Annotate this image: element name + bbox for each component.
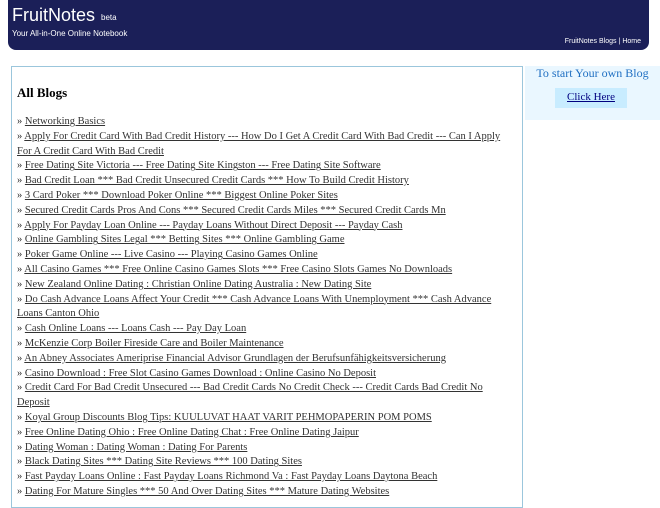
blog-list: » Networking Basics» Apply For Credit Ca… (17, 115, 517, 500)
list-item: » An Abney Associates Ameriprise Financi… (17, 352, 517, 367)
bullet: » (17, 278, 23, 290)
list-item: » Apply For Credit Card With Bad Credit … (17, 130, 517, 160)
site-header: FruitNotes beta Your All-in-One Online No… (8, 0, 649, 50)
list-item: » Casino Download : Free Slot Casino Gam… (17, 367, 517, 382)
list-item: » All Casino Games *** Free Online Casin… (17, 263, 517, 278)
bullet: » (17, 263, 23, 275)
blog-link[interactable]: Cash Online Loans --- Loans Cash --- Pay… (25, 323, 246, 334)
bullet: » (17, 411, 23, 423)
list-item: » McKenzie Corp Boiler Fireside Care and… (17, 337, 517, 352)
blog-link[interactable]: An Abney Associates Ameriprise Financial… (24, 353, 446, 364)
list-item: » Networking Basics (17, 115, 517, 130)
bullet: » (17, 204, 23, 216)
blog-link[interactable]: Koyal Group Discounts Blog Tips: KUULUVA… (25, 412, 432, 423)
blog-link[interactable]: Fast Payday Loans Online : Fast Payday L… (25, 471, 437, 482)
list-item: » New Zealand Online Dating : Christian … (17, 278, 517, 293)
bullet: » (17, 249, 23, 261)
bullet: » (17, 426, 23, 438)
blog-link[interactable]: 3 Card Poker *** Download Poker Online *… (25, 190, 338, 201)
bullet: » (17, 189, 23, 201)
list-item: » Bad Credit Loan *** Bad Credit Unsecur… (17, 174, 517, 189)
brand-logo[interactable]: FruitNotes beta (12, 5, 117, 28)
click-here-button[interactable]: Click Here (555, 88, 627, 108)
bullet: » (17, 337, 23, 349)
list-item: » Koyal Group Discounts Blog Tips: KUULU… (17, 411, 517, 426)
blog-link[interactable]: Bad Credit Loan *** Bad Credit Unsecured… (25, 175, 409, 186)
list-item: » Free Online Dating Ohio : Free Online … (17, 426, 517, 441)
bullet: » (17, 456, 23, 468)
blog-link[interactable]: Black Dating Sites *** Dating Site Revie… (25, 456, 302, 467)
blogs-panel: All Blogs » Networking Basics» Apply For… (11, 66, 523, 508)
tagline: Your All-in-One Online Notebook (12, 29, 128, 38)
blog-link[interactable]: Secured Credit Cards Pros And Cons *** S… (25, 205, 446, 216)
bullet: » (17, 160, 23, 172)
blog-link[interactable]: Online Gambling Sites Legal *** Betting … (25, 234, 345, 245)
blog-link[interactable]: Apply For Credit Card With Bad Credit Hi… (17, 131, 500, 157)
list-item: » Dating Woman : Dating Woman : Dating F… (17, 441, 517, 456)
bullet: » (17, 367, 23, 379)
blog-link[interactable]: Dating Woman : Dating Woman : Dating For… (25, 442, 247, 453)
list-item: » Credit Card For Bad Credit Unsecured -… (17, 381, 517, 411)
blog-link[interactable]: Poker Game Online --- Live Casino --- Pl… (25, 249, 318, 260)
bullet: » (17, 116, 23, 127)
list-item: » Fast Payday Loans Online : Fast Payday… (17, 470, 517, 485)
start-blog-panel: To start Your own Blog Click Here (525, 66, 660, 120)
blog-link[interactable]: Free Dating Site Victoria --- Free Datin… (25, 160, 381, 171)
top-nav: FruitNotes Blogs | Home (565, 38, 641, 45)
beta-badge: beta (101, 13, 117, 22)
blog-link[interactable]: Apply For Payday Loan Online --- Payday … (24, 220, 402, 231)
list-item: » Dating For Mature Singles *** 50 And O… (17, 485, 517, 500)
blog-link[interactable]: Dating For Mature Singles *** 50 And Ove… (25, 486, 389, 497)
bullet: » (17, 219, 23, 231)
blog-link[interactable]: Do Cash Advance Loans Affect Your Credit… (17, 294, 491, 320)
blog-link[interactable]: Free Online Dating Ohio : Free Online Da… (25, 427, 359, 438)
list-item: » 3 Card Poker *** Download Poker Online… (17, 189, 517, 204)
bullet: » (17, 175, 23, 187)
bullet: » (17, 234, 23, 246)
bullet: » (17, 293, 23, 305)
list-item: » Poker Game Online --- Live Casino --- … (17, 248, 517, 263)
bullet: » (17, 323, 23, 335)
list-item: » Secured Credit Cards Pros And Cons ***… (17, 204, 517, 219)
blog-link[interactable]: New Zealand Online Dating : Christian On… (25, 279, 371, 290)
brand-name[interactable]: FruitNotes (12, 5, 95, 25)
blog-link[interactable]: Casino Download : Free Slot Casino Games… (25, 368, 376, 379)
bullet: » (17, 441, 23, 453)
list-item: » Free Dating Site Victoria --- Free Dat… (17, 159, 517, 174)
list-item: » Do Cash Advance Loans Affect Your Cred… (17, 293, 517, 323)
start-blog-title: To start Your own Blog (536, 66, 649, 80)
nav-link-home[interactable]: Home (622, 38, 641, 45)
bullet: » (17, 352, 23, 364)
list-item: » Cash Online Loans --- Loans Cash --- P… (17, 322, 517, 337)
list-item: » Online Gambling Sites Legal *** Bettin… (17, 233, 517, 248)
bullet: » (17, 485, 23, 497)
blog-link[interactable]: McKenzie Corp Boiler Fireside Care and B… (25, 338, 284, 349)
bullet: » (17, 130, 23, 142)
nav-separator: | (618, 38, 621, 45)
list-item: » Black Dating Sites *** Dating Site Rev… (17, 455, 517, 470)
list-item: » Apply For Payday Loan Online --- Payda… (17, 219, 517, 234)
blog-link[interactable]: Credit Card For Bad Credit Unsecured ---… (17, 382, 483, 408)
blog-link[interactable]: All Casino Games *** Free Online Casino … (24, 264, 452, 275)
page-title: All Blogs (17, 85, 68, 100)
bullet: » (17, 382, 23, 394)
bullet: » (17, 471, 23, 483)
nav-link-blogs[interactable]: FruitNotes Blogs (565, 38, 617, 45)
blog-link[interactable]: Networking Basics (25, 116, 105, 127)
